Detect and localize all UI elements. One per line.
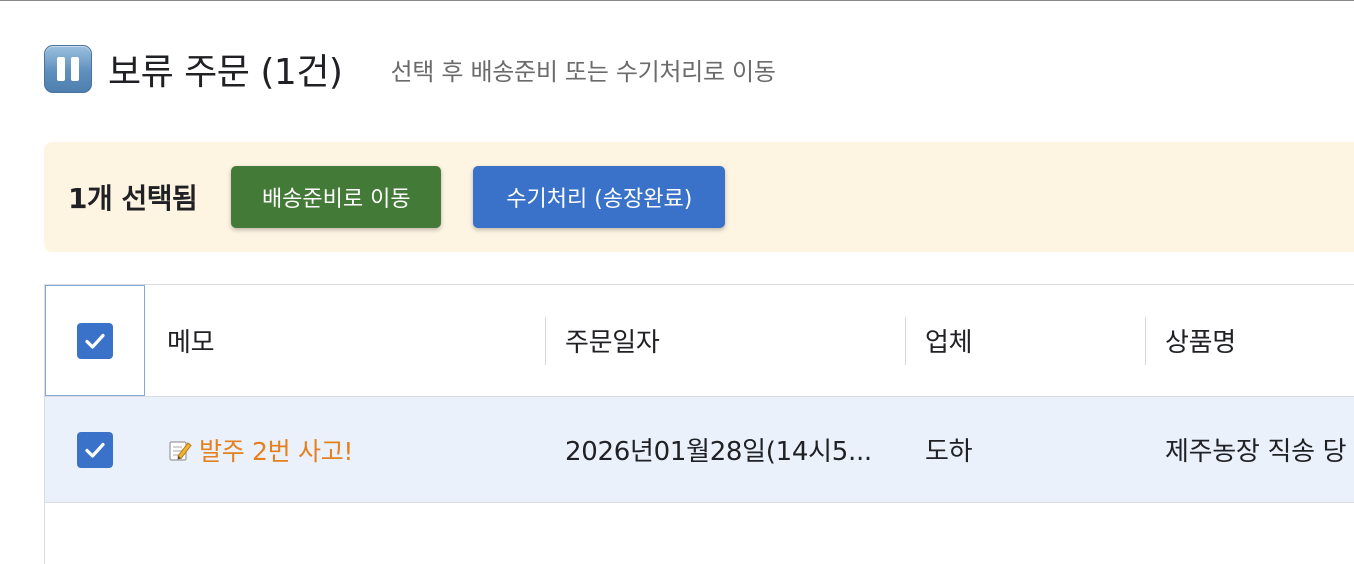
orders-table: 메모 주문일자 업체 상품명 발주 2번 사고! 2026년01월28일(14시…	[44, 284, 1354, 564]
column-divider[interactable]	[1145, 317, 1146, 365]
select-all-cell	[45, 285, 145, 396]
page-subtitle: 선택 후 배송준비 또는 수기처리로 이동	[390, 57, 776, 86]
column-header-label: 주문일자	[565, 328, 660, 358]
table-header-row: 메모 주문일자 업체 상품명	[45, 285, 1354, 397]
column-header-label: 상품명	[1165, 328, 1236, 358]
column-header-label: 메모	[167, 328, 215, 358]
column-header-order-date[interactable]: 주문일자	[545, 285, 905, 396]
move-to-shipping-button[interactable]: 배송준비로 이동	[231, 166, 442, 228]
column-header-memo[interactable]: 메모	[145, 285, 545, 396]
page-title: 보류 주문 (1건)	[108, 52, 343, 93]
manual-process-button[interactable]: 수기처리 (송장완료)	[473, 166, 726, 228]
vendor-cell: 도하	[905, 397, 1145, 502]
column-divider[interactable]	[545, 317, 546, 365]
column-header-vendor[interactable]: 업체	[905, 285, 1145, 396]
select-all-checkbox[interactable]	[77, 322, 113, 359]
product-cell: 제주농장 직송 당	[1145, 397, 1354, 502]
checkmark-icon	[85, 442, 105, 458]
row-select-cell	[45, 397, 145, 502]
selected-count: 1개 선택됨	[68, 182, 198, 215]
column-header-product[interactable]: 상품명	[1145, 285, 1354, 396]
top-border	[0, 0, 1354, 1]
vendor-text: 도하	[925, 437, 973, 467]
memo-text: 발주 2번 사고!	[199, 436, 354, 466]
column-divider[interactable]	[905, 317, 906, 365]
order-date-cell: 2026년01월28일(14시5...	[545, 397, 905, 502]
page-header: 보류 주문 (1건) 선택 후 배송준비 또는 수기처리로 이동	[44, 44, 776, 94]
table-row[interactable]: 발주 2번 사고! 2026년01월28일(14시5... 도하 제주농장 직송…	[45, 397, 1354, 503]
memo-pencil-icon	[169, 440, 192, 461]
column-header-label: 업체	[925, 328, 973, 358]
order-date-text: 2026년01월28일(14시5...	[565, 437, 872, 467]
row-checkbox[interactable]	[77, 431, 113, 468]
pause-icon	[44, 45, 92, 93]
memo-cell[interactable]: 발주 2번 사고!	[145, 397, 545, 502]
bulk-action-bar: 1개 선택됨 배송준비로 이동 수기처리 (송장완료)	[44, 142, 1354, 252]
checkmark-icon	[85, 333, 105, 349]
product-text: 제주농장 직송 당	[1165, 437, 1347, 467]
